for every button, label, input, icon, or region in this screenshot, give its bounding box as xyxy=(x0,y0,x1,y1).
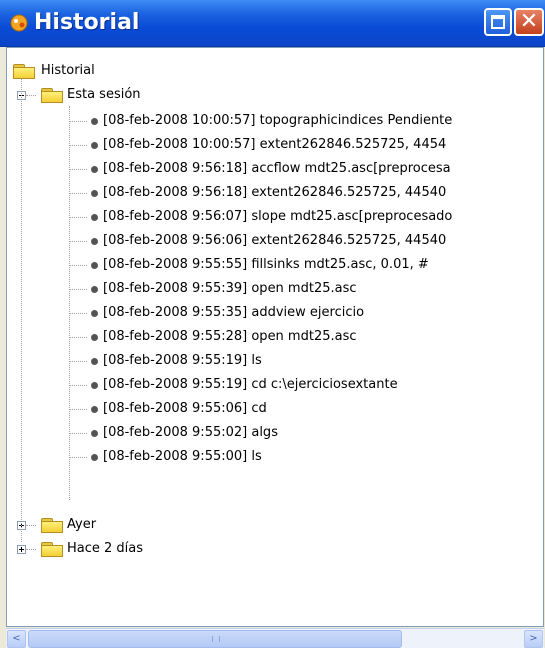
scroll-left-button[interactable]: < xyxy=(7,630,26,648)
history-entry-label: [08-feb-2008 9:55:35] addview ejercicio xyxy=(103,305,365,320)
bullet-icon xyxy=(91,358,98,365)
bullet-icon xyxy=(91,406,98,413)
expand-icon[interactable] xyxy=(17,545,26,554)
bullet-icon xyxy=(91,310,98,317)
bullet-icon xyxy=(91,334,98,341)
bullet-icon xyxy=(91,166,98,173)
tree-connector xyxy=(26,549,36,550)
historial-window: Historial ✕ Historial Esta sesión [08-feb-… xyxy=(0,0,545,648)
tree-connector xyxy=(69,145,87,146)
window-title: Historial xyxy=(34,10,140,35)
horizontal-scrollbar[interactable]: < > xyxy=(6,628,544,648)
bullet-icon xyxy=(91,190,98,197)
folder-icon xyxy=(41,542,63,557)
bullet-icon xyxy=(91,118,98,125)
bullet-icon xyxy=(91,430,98,437)
grip-icon xyxy=(212,636,220,642)
history-entry-label: [08-feb-2008 9:56:18] extent262846.52572… xyxy=(103,185,447,200)
tree-connector xyxy=(69,361,87,362)
tree-connector xyxy=(21,78,22,542)
tree-connector xyxy=(69,169,87,170)
history-entry-label: [08-feb-2008 9:55:00] ls xyxy=(103,449,262,464)
bullet-icon xyxy=(91,142,98,149)
scroll-right-button[interactable]: > xyxy=(524,630,543,648)
history-entry-label: [08-feb-2008 9:56:07] slope mdt25.asc[pr… xyxy=(103,209,453,224)
maximize-button[interactable] xyxy=(484,8,512,36)
history-entry-label: [08-feb-2008 9:55:19] ls xyxy=(103,353,262,368)
tree-connector xyxy=(69,265,87,266)
title-bar[interactable]: Historial ✕ xyxy=(0,0,545,47)
bullet-icon xyxy=(91,286,98,293)
folder-open-icon xyxy=(41,88,63,103)
tree-connector xyxy=(69,385,87,386)
bullet-icon xyxy=(91,238,98,245)
tree-node-label: Ayer xyxy=(67,517,97,532)
history-entry-label: [08-feb-2008 9:55:39] open mdt25.asc xyxy=(103,281,357,296)
tree-connector xyxy=(69,106,70,500)
tree-connector xyxy=(69,433,87,434)
scroll-thumb[interactable] xyxy=(28,630,402,648)
tree-connector xyxy=(69,337,87,338)
close-icon: ✕ xyxy=(519,9,539,34)
history-entry-label: [08-feb-2008 9:56:18] accflow mdt25.asc[… xyxy=(103,161,451,176)
tree-node-label: Esta sesión xyxy=(67,87,141,102)
arrow-left-icon: < xyxy=(12,633,21,644)
bullet-icon xyxy=(91,214,98,221)
tree-connector xyxy=(69,289,87,290)
bullet-icon xyxy=(91,454,98,461)
tree-connector xyxy=(69,241,87,242)
app-icon xyxy=(10,14,28,32)
history-entry-label: [08-feb-2008 10:00:57] extent262846.5257… xyxy=(103,137,447,152)
close-button[interactable]: ✕ xyxy=(514,8,544,36)
history-entry-label: [08-feb-2008 9:55:55] fillsinks mdt25.as… xyxy=(103,257,429,272)
bullet-icon xyxy=(91,262,98,269)
tree-connector xyxy=(26,525,36,526)
tree-connector xyxy=(69,457,87,458)
tree-connector xyxy=(26,95,36,96)
history-entry-label: [08-feb-2008 9:55:06] cd xyxy=(103,401,267,416)
history-entry-label: [08-feb-2008 10:00:57] topographicindice… xyxy=(103,113,453,128)
history-entry-label: [08-feb-2008 9:55:02] algs xyxy=(103,425,278,440)
tree-root-label: Historial xyxy=(41,63,95,78)
folder-icon xyxy=(41,518,63,533)
folder-icon xyxy=(13,64,35,79)
tree-connector xyxy=(69,121,87,122)
tree-connector xyxy=(69,193,87,194)
tree-connector xyxy=(69,313,87,314)
bullet-icon xyxy=(91,382,98,389)
history-panel: Historial Esta sesión [08-feb-2008 10:00:5… xyxy=(6,47,544,627)
arrow-right-icon: > xyxy=(529,633,538,644)
history-tree: Historial Esta sesión [08-feb-2008 10:00:5… xyxy=(7,48,543,626)
tree-connector xyxy=(69,217,87,218)
history-entry-label: [08-feb-2008 9:56:06] extent262846.52572… xyxy=(103,233,447,248)
tree-node-label: Hace 2 días xyxy=(67,541,144,556)
history-entry-label: [08-feb-2008 9:55:19] cd c:\ejerciciosex… xyxy=(103,377,398,392)
history-entry-label: [08-feb-2008 9:55:28] open mdt25.asc xyxy=(103,329,357,344)
tree-connector xyxy=(69,409,87,410)
